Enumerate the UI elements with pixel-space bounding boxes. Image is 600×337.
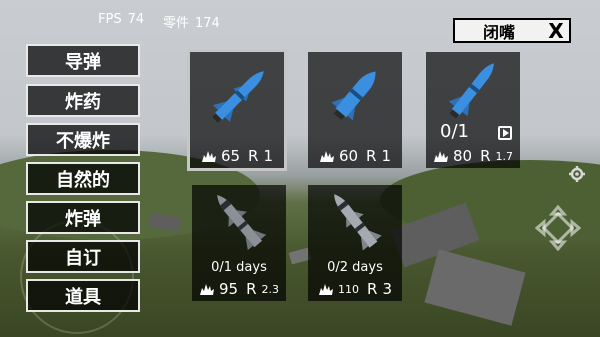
category-explosives-button[interactable]: 炸药	[26, 84, 140, 117]
cooldown-days: 0/1 days	[211, 260, 267, 275]
weapon-stats: 65 R 1	[190, 144, 284, 168]
weapon-card-grey-missile-a[interactable]: 0/1 days 95 R 2.3	[192, 185, 286, 301]
weapon-card-blue-missile-b[interactable]: 60 R 1	[308, 52, 402, 168]
range-label: R	[366, 147, 377, 165]
weapon-card-blue-missile-c[interactable]: 0/1 80 R 1.7	[426, 52, 520, 168]
move-arrows-icon[interactable]	[535, 205, 581, 251]
damage-value: 80	[452, 147, 473, 165]
damage-value: 110	[338, 282, 359, 296]
category-custom-button[interactable]: 自订	[26, 240, 140, 273]
damage-value: 95	[218, 280, 239, 298]
explosion-icon	[201, 151, 216, 162]
category-label: 不爆炸	[56, 130, 110, 152]
unlock-count: 0/1	[440, 121, 469, 142]
category-props-button[interactable]: 道具	[26, 279, 140, 312]
category-non-explosive-button[interactable]: 不爆炸	[26, 123, 140, 156]
parts-counter: 零件 174	[163, 12, 220, 31]
range-value: 3	[382, 280, 392, 298]
damage-value: 60	[338, 147, 359, 165]
missile-icon	[212, 71, 264, 123]
range-value: 1	[263, 147, 274, 165]
fps-counter: FPS 74	[98, 12, 144, 27]
range-value: 1.7	[495, 149, 514, 163]
range-label: R	[246, 280, 257, 298]
weapon-stats: 110 R 3	[308, 277, 402, 301]
explosion-icon	[319, 151, 334, 162]
missile-icon	[217, 194, 267, 251]
category-label: 炸药	[65, 91, 101, 113]
range-value: 1	[381, 147, 392, 165]
weapon-card-grey-missile-b[interactable]: 0/2 days 110 R 3	[308, 185, 402, 301]
range-label: R	[248, 147, 259, 165]
missile-icon	[334, 194, 382, 251]
gear-icon[interactable]	[568, 165, 586, 183]
category-label: 自订	[65, 247, 101, 269]
close-bar[interactable]: 闭嘴 X	[453, 18, 571, 43]
missile-icon	[331, 71, 376, 121]
category-label: 道具	[65, 286, 101, 308]
parts-label: 零件	[163, 16, 190, 31]
weapon-stats: 80 R 1.7	[426, 144, 520, 168]
close-icon[interactable]: X	[543, 19, 569, 43]
cooldown-days: 0/2 days	[327, 260, 383, 275]
category-missiles-button[interactable]: 导弹	[26, 44, 140, 77]
video-ad-icon[interactable]	[498, 126, 512, 140]
range-value: 2.3	[261, 282, 280, 296]
range-label: R	[480, 147, 491, 165]
joystick-ring[interactable]	[20, 220, 134, 334]
category-label: 自然的	[56, 169, 110, 191]
weapon-stats: 95 R 2.3	[192, 277, 286, 301]
explosion-icon	[319, 284, 333, 295]
category-label: 炸弹	[65, 208, 101, 230]
damage-value: 65	[220, 147, 241, 165]
explosion-icon	[433, 151, 448, 162]
missile-icon	[448, 63, 494, 119]
category-bombs-button[interactable]: 炸弹	[26, 201, 140, 234]
category-label: 导弹	[65, 51, 101, 73]
weapon-card-blue-missile-a[interactable]: 65 R 1	[187, 49, 287, 171]
debris-wreckage	[424, 249, 526, 326]
category-natural-button[interactable]: 自然的	[26, 162, 140, 195]
weapon-stats: 60 R 1	[308, 144, 402, 168]
explosion-icon	[199, 284, 214, 295]
fps-value: 74	[127, 12, 145, 27]
parts-value: 174	[195, 16, 220, 31]
range-label: R	[367, 280, 378, 298]
close-bar-label: 闭嘴	[482, 22, 515, 42]
fps-label: FPS	[98, 12, 122, 27]
